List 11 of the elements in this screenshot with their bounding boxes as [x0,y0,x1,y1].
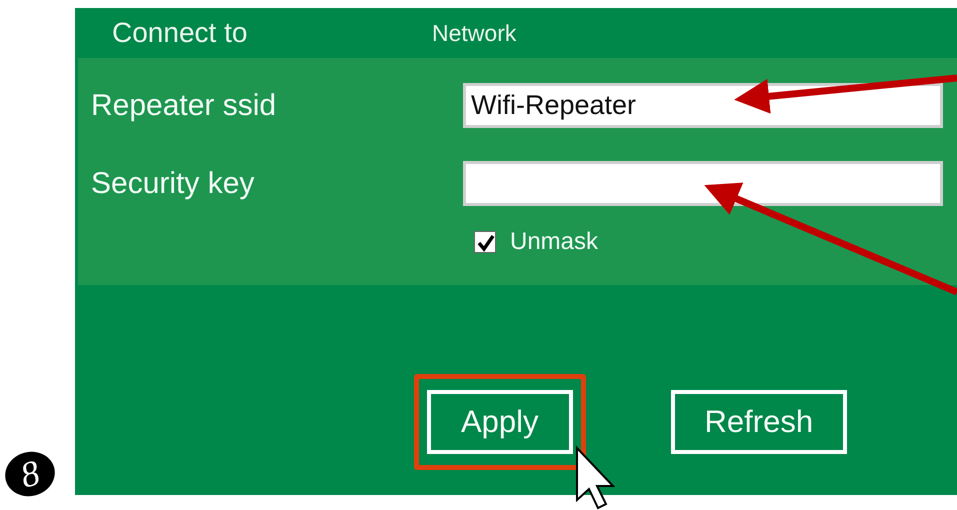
field-label: Security key [90,166,256,202]
column-heading: Connect to [112,16,248,50]
refresh-button[interactable]: Refresh [670,390,848,454]
ssid-field[interactable]: Wifi-Repeater [463,82,943,128]
checkbox-label: Unmask [510,227,598,257]
mouse-cursor-icon [576,446,616,510]
password-field[interactable] [463,160,943,206]
apply-button[interactable]: Apply [427,390,573,454]
field-label: Repeater ssid [90,88,278,124]
column-heading: Network [432,18,516,48]
checkbox[interactable] [474,231,496,253]
